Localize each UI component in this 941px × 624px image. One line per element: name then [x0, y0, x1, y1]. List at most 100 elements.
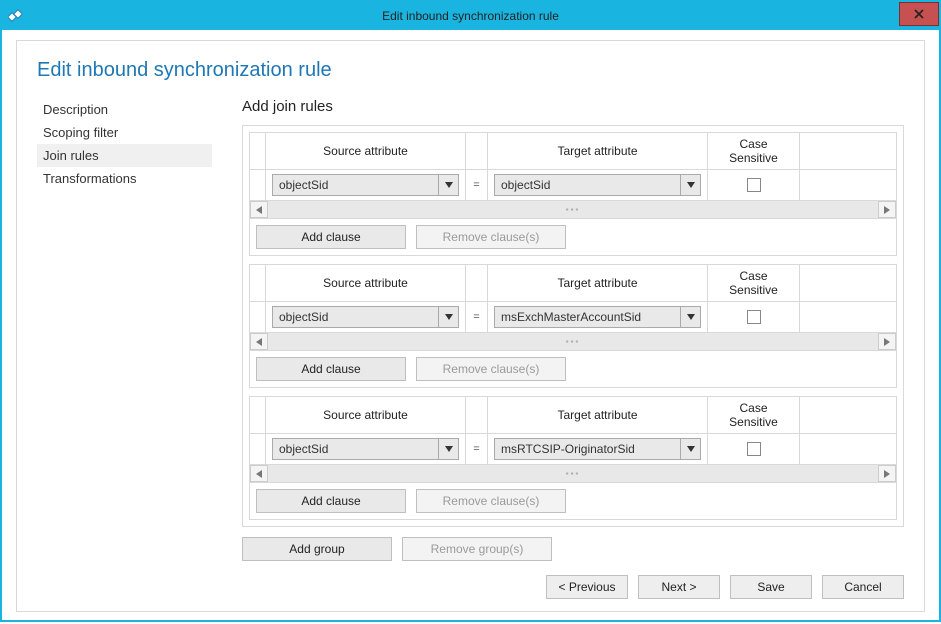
- header-select: [250, 265, 266, 301]
- source-attribute-select[interactable]: objectSid: [272, 438, 459, 460]
- sidebar-item-scoping-filter[interactable]: Scoping filter: [37, 121, 212, 144]
- dropdown-button[interactable]: [438, 307, 458, 327]
- case-sensitive-checkbox[interactable]: [747, 442, 761, 456]
- header-op: [466, 133, 488, 169]
- case-sensitive-cell: [708, 434, 800, 464]
- body-layout: Description Scoping filter Join rules Tr…: [37, 98, 904, 561]
- case-sensitive-checkbox[interactable]: [747, 310, 761, 324]
- dropdown-button[interactable]: [438, 175, 458, 195]
- header-case-sensitive: Case Sensitive: [708, 265, 800, 301]
- clause-buttons: Add clause Remove clause(s): [250, 351, 896, 387]
- row-pad: [800, 170, 896, 200]
- source-attribute-value: objectSid: [273, 307, 438, 327]
- target-attribute-select[interactable]: msExchMasterAccountSid: [494, 306, 701, 328]
- target-attribute-value: msRTCSIP-OriginatorSid: [495, 439, 680, 459]
- header-select: [250, 133, 266, 169]
- section-title: Add join rules: [242, 98, 904, 115]
- row-pad: [800, 302, 896, 332]
- next-button[interactable]: Next >: [638, 575, 720, 599]
- add-clause-button[interactable]: Add clause: [256, 489, 406, 513]
- source-attribute-value: objectSid: [273, 439, 438, 459]
- dropdown-button[interactable]: [438, 439, 458, 459]
- target-attribute-select[interactable]: msRTCSIP-OriginatorSid: [494, 438, 701, 460]
- grid-header: Source attribute Target attribute Case S…: [250, 397, 896, 434]
- sidebar-item-transformations[interactable]: Transformations: [37, 167, 212, 190]
- scroll-left-button[interactable]: [250, 465, 268, 482]
- target-attribute-select[interactable]: objectSid: [494, 174, 701, 196]
- add-clause-button[interactable]: Add clause: [256, 225, 406, 249]
- header-op: [466, 397, 488, 433]
- horizontal-scrollbar[interactable]: ▪▪▪: [250, 333, 896, 351]
- row-select[interactable]: [250, 434, 266, 464]
- source-cell: objectSid: [266, 434, 466, 464]
- save-button[interactable]: Save: [730, 575, 812, 599]
- operator-cell: =: [466, 302, 488, 332]
- header-op: [466, 265, 488, 301]
- window: Edit inbound synchronization rule Edit i…: [0, 0, 941, 622]
- page-title: Edit inbound synchronization rule: [37, 59, 904, 82]
- row-select[interactable]: [250, 302, 266, 332]
- target-cell: msRTCSIP-OriginatorSid: [488, 434, 708, 464]
- row-pad: [800, 434, 896, 464]
- wizard-footer: < Previous Next > Save Cancel: [37, 561, 904, 599]
- target-cell: msExchMasterAccountSid: [488, 302, 708, 332]
- close-button[interactable]: [899, 2, 939, 26]
- source-cell: objectSid: [266, 170, 466, 200]
- scroll-track[interactable]: ▪▪▪: [268, 333, 878, 350]
- scroll-track[interactable]: ▪▪▪: [268, 201, 878, 218]
- grid-header: Source attribute Target attribute Case S…: [250, 133, 896, 170]
- previous-button[interactable]: < Previous: [546, 575, 628, 599]
- join-groups-container: Source attribute Target attribute Case S…: [242, 125, 904, 527]
- source-attribute-value: objectSid: [273, 175, 438, 195]
- target-attribute-value: msExchMasterAccountSid: [495, 307, 680, 327]
- row-select[interactable]: [250, 170, 266, 200]
- cancel-button[interactable]: Cancel: [822, 575, 904, 599]
- join-group: Source attribute Target attribute Case S…: [249, 132, 897, 256]
- client-area: Edit inbound synchronization rule Descri…: [2, 30, 939, 624]
- operator-cell: =: [466, 170, 488, 200]
- sidebar-item-description[interactable]: Description: [37, 98, 212, 121]
- horizontal-scrollbar[interactable]: ▪▪▪: [250, 201, 896, 219]
- source-attribute-select[interactable]: objectSid: [272, 306, 459, 328]
- header-target: Target attribute: [488, 133, 708, 169]
- content-panel: Edit inbound synchronization rule Descri…: [16, 40, 925, 612]
- dropdown-button[interactable]: [680, 175, 700, 195]
- remove-group-button[interactable]: Remove group(s): [402, 537, 552, 561]
- join-group: Source attribute Target attribute Case S…: [249, 264, 897, 388]
- title-bar: Edit inbound synchronization rule: [2, 2, 939, 30]
- header-target: Target attribute: [488, 265, 708, 301]
- header-pad: [800, 133, 896, 169]
- header-pad: [800, 397, 896, 433]
- scroll-right-button[interactable]: [878, 465, 896, 482]
- sidebar-item-join-rules[interactable]: Join rules: [37, 144, 212, 167]
- wizard-steps: Description Scoping filter Join rules Tr…: [37, 98, 212, 561]
- header-target: Target attribute: [488, 397, 708, 433]
- grid-header: Source attribute Target attribute Case S…: [250, 265, 896, 302]
- source-attribute-select[interactable]: objectSid: [272, 174, 459, 196]
- horizontal-scrollbar[interactable]: ▪▪▪: [250, 465, 896, 483]
- window-title: Edit inbound synchronization rule: [2, 9, 939, 23]
- group-buttons: Add group Remove group(s): [242, 527, 904, 561]
- dropdown-button[interactable]: [680, 439, 700, 459]
- clause-row: objectSid = objectSid: [250, 170, 896, 201]
- remove-clause-button[interactable]: Remove clause(s): [416, 357, 566, 381]
- operator-cell: =: [466, 434, 488, 464]
- remove-clause-button[interactable]: Remove clause(s): [416, 489, 566, 513]
- remove-clause-button[interactable]: Remove clause(s): [416, 225, 566, 249]
- header-source: Source attribute: [266, 133, 466, 169]
- scroll-left-button[interactable]: [250, 201, 268, 218]
- scroll-track[interactable]: ▪▪▪: [268, 465, 878, 482]
- dropdown-button[interactable]: [680, 307, 700, 327]
- header-case-sensitive: Case Sensitive: [708, 397, 800, 433]
- header-select: [250, 397, 266, 433]
- case-sensitive-checkbox[interactable]: [747, 178, 761, 192]
- scroll-right-button[interactable]: [878, 201, 896, 218]
- add-clause-button[interactable]: Add clause: [256, 357, 406, 381]
- target-attribute-value: objectSid: [495, 175, 680, 195]
- scroll-right-button[interactable]: [878, 333, 896, 350]
- case-sensitive-cell: [708, 170, 800, 200]
- header-pad: [800, 265, 896, 301]
- scroll-left-button[interactable]: [250, 333, 268, 350]
- clause-row: objectSid = msRTCSIP-OriginatorSid: [250, 434, 896, 465]
- add-group-button[interactable]: Add group: [242, 537, 392, 561]
